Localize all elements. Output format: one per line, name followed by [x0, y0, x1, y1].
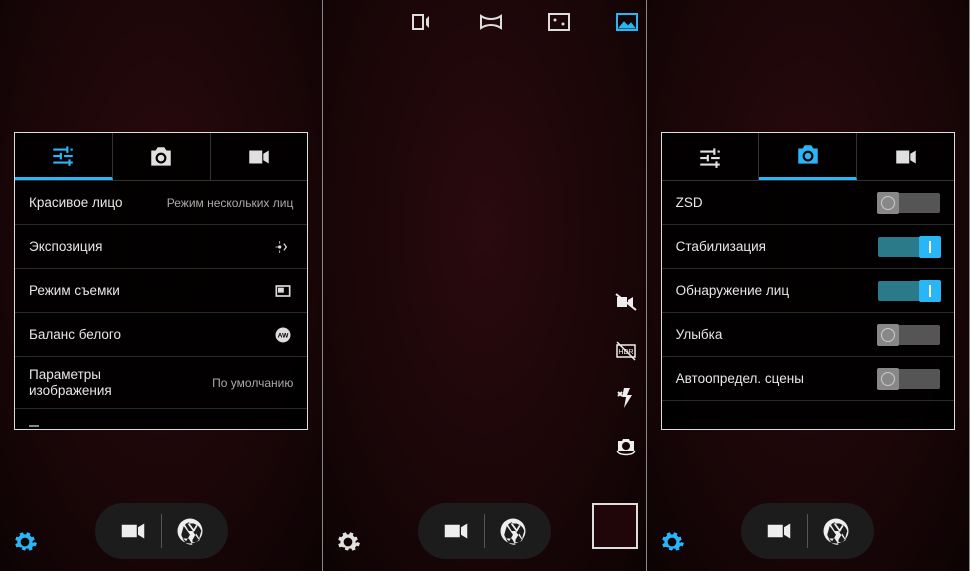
row-label: Обнаружение лиц: [676, 283, 789, 298]
aperture-icon: [498, 516, 528, 546]
quick-hdr[interactable]: HDR: [614, 338, 638, 362]
mode-panorama[interactable]: [478, 12, 504, 32]
settings-gear-button[interactable]: [659, 529, 685, 555]
row-scene-detect[interactable]: Автоопредел. сцены: [662, 357, 954, 401]
settings-tabs: [15, 133, 307, 181]
tab-video[interactable]: [857, 133, 954, 180]
camera-icon: [795, 142, 821, 168]
shutter-group: [418, 503, 551, 559]
row-capture-mode[interactable]: Режим съемки: [15, 269, 307, 313]
tab-general[interactable]: [15, 133, 113, 180]
bottom-bar: [323, 503, 645, 559]
flash-off-icon: [614, 386, 638, 410]
row-smile[interactable]: Улыбка: [662, 313, 954, 357]
photo-shutter-button[interactable]: [485, 509, 541, 553]
photo-mode-icon: [614, 12, 640, 32]
mode-live[interactable]: [410, 12, 436, 32]
settings-gear-button[interactable]: [335, 529, 361, 555]
row-label: Красивое лицо: [29, 195, 122, 210]
awb-icon: AW: [273, 325, 293, 345]
settings-gear-button[interactable]: [12, 529, 38, 555]
row-label: Режим съемки: [29, 283, 120, 298]
row-face-detection[interactable]: Обнаружение лиц: [662, 269, 954, 313]
photo-shutter-button[interactable]: [162, 509, 218, 553]
quick-switch-camera[interactable]: [614, 434, 638, 458]
video-record-button[interactable]: [105, 509, 161, 553]
bottom-bar: [0, 503, 322, 559]
frame-icon: [273, 281, 293, 301]
video-record-button[interactable]: [751, 509, 807, 553]
row-label: Автоопредел. сцены: [676, 371, 804, 386]
tab-video[interactable]: [211, 133, 308, 180]
video-icon: [441, 516, 471, 546]
live-icon: [410, 12, 436, 32]
toggle-zsd[interactable]: [878, 193, 940, 213]
quick-settings-column: HDR: [614, 290, 638, 458]
settings-panel: ZSD Стабилизация Обнаружение лиц Улыбка …: [661, 132, 955, 430]
sliders-icon: [697, 144, 723, 170]
aperture-icon: [175, 516, 205, 546]
photo-shutter-button[interactable]: [808, 509, 864, 553]
gear-icon: [12, 529, 38, 555]
bottom-bar: [647, 503, 969, 559]
sliders-icon: [50, 142, 76, 168]
camera-icon: [148, 144, 174, 170]
mode-effects[interactable]: [546, 12, 572, 32]
row-label: Улыбка: [676, 327, 723, 342]
gear-icon: [659, 529, 685, 555]
settings-panel: Красивое лицо Режим нескольких лиц Экспо…: [14, 132, 308, 430]
row-label: Стабилизация: [676, 239, 766, 254]
switch-camera-icon: [614, 434, 638, 458]
panorama-icon: [478, 12, 504, 32]
shutter-group: [95, 503, 228, 559]
tab-general[interactable]: [662, 133, 760, 180]
effects-icon: [546, 12, 572, 32]
toggle-scene-detect[interactable]: [878, 369, 940, 389]
mute-video-icon: [614, 290, 638, 314]
row-value: По умолчанию: [112, 376, 294, 390]
svg-text:AW: AW: [278, 332, 289, 339]
capture-mode-bar: [323, 4, 645, 40]
hdr-off-icon: HDR: [614, 338, 638, 362]
row-label: ZSD: [676, 195, 703, 210]
row-beauty-face[interactable]: Красивое лицо Режим нескольких лиц: [15, 181, 307, 225]
mode-photo[interactable]: [614, 12, 640, 32]
video-record-button[interactable]: [428, 509, 484, 553]
row-label: Экспозиция: [29, 239, 103, 254]
settings-tabs: [662, 133, 954, 181]
tab-photo[interactable]: [113, 133, 211, 180]
row-label: Параметры изображения: [29, 367, 112, 398]
video-icon: [246, 144, 272, 170]
row-zsd[interactable]: ZSD: [662, 181, 954, 225]
partial-row-indicator: [29, 425, 39, 427]
shutter-group: [741, 503, 874, 559]
gear-icon: [335, 529, 361, 555]
quick-flash[interactable]: [614, 386, 638, 410]
video-icon: [118, 516, 148, 546]
tab-photo[interactable]: [759, 133, 857, 180]
settings-rows: Красивое лицо Режим нескольких лиц Экспо…: [15, 181, 307, 409]
row-exposure[interactable]: Экспозиция: [15, 225, 307, 269]
row-white-balance[interactable]: Баланс белого AW: [15, 313, 307, 357]
toggle-smile[interactable]: [878, 325, 940, 345]
toggle-face-detection[interactable]: [878, 281, 940, 301]
gallery-thumbnail[interactable]: [592, 503, 638, 549]
screen-settings-photo: ZSD Стабилизация Обнаружение лиц Улыбка …: [647, 0, 970, 571]
video-icon: [893, 144, 919, 170]
toggle-stabilization[interactable]: [878, 237, 940, 257]
row-stabilization[interactable]: Стабилизация: [662, 225, 954, 269]
screen-settings-general: Красивое лицо Режим нескольких лиц Экспо…: [0, 0, 323, 571]
video-icon: [764, 516, 794, 546]
row-value: Режим нескольких лиц: [122, 196, 293, 210]
settings-rows: ZSD Стабилизация Обнаружение лиц Улыбка …: [662, 181, 954, 401]
row-image-params[interactable]: Параметры изображения По умолчанию: [15, 357, 307, 409]
screen-camera-viewfinder: HDR: [323, 0, 646, 571]
aperture-icon: [821, 516, 851, 546]
quick-mute-video[interactable]: [614, 290, 638, 314]
exposure-icon: [273, 237, 293, 257]
row-label: Баланс белого: [29, 327, 121, 342]
